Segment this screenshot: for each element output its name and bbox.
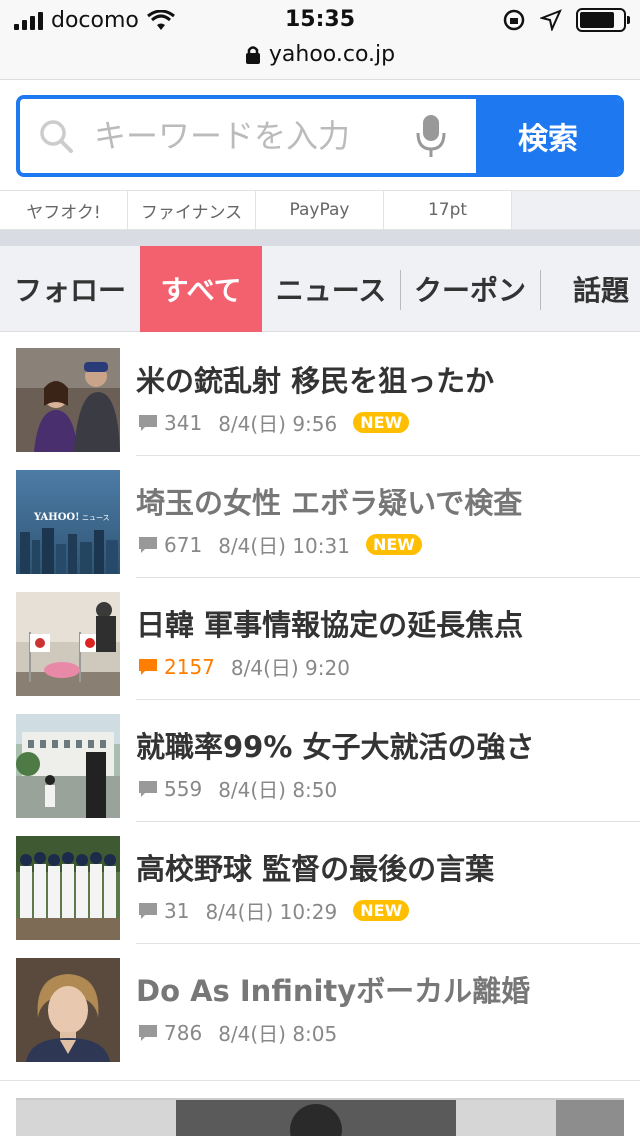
search-input[interactable] bbox=[94, 117, 394, 155]
news-title: 高校野球 監督の最後の言葉 bbox=[136, 852, 495, 886]
tab-all[interactable]: すべて bbox=[140, 246, 262, 332]
news-title: 米の銃乱射 移民を狙ったか bbox=[136, 364, 495, 398]
comment-icon bbox=[139, 1024, 157, 1041]
thumbnail-logo-sub: ニュース bbox=[82, 514, 110, 522]
news-thumbnail bbox=[16, 714, 120, 818]
news-meta: 341 8/4(日) 9:56 NEW bbox=[138, 408, 410, 437]
news-thumbnail bbox=[16, 836, 120, 940]
tab-news[interactable]: ニュース bbox=[262, 246, 400, 332]
news-meta: 786 8/4(日) 8:05 bbox=[138, 1018, 337, 1047]
news-thumbnail: YAHOO! ニュース bbox=[16, 470, 120, 574]
comment-icon bbox=[139, 902, 157, 919]
news-item[interactable]: 就職率99% 女子大就活の強さ 559 8/4(日) 8:50 bbox=[0, 698, 640, 822]
news-date: 8/4(日) 10:31 bbox=[218, 534, 350, 558]
tab-bar: フォロー すべて ニュース クーポン 話題 bbox=[0, 246, 640, 332]
quick-link-finance[interactable]: ファイナンス bbox=[128, 191, 256, 229]
comment-count: 559 bbox=[164, 776, 203, 801]
search-box: 検索 bbox=[16, 95, 624, 177]
news-thumbnail bbox=[16, 348, 120, 452]
tab-trending[interactable]: 話題 bbox=[541, 246, 640, 332]
search-icon bbox=[40, 120, 73, 153]
orientation-lock-icon bbox=[503, 9, 525, 31]
news-date: 8/4(日) 9:20 bbox=[230, 656, 350, 680]
comment-count: 671 bbox=[164, 532, 203, 557]
news-item[interactable]: 日韓 軍事情報協定の延長焦点 2157 8/4(日) 9:20 bbox=[0, 576, 640, 700]
news-meta: 671 8/4(日) 10:31 NEW bbox=[138, 530, 422, 559]
news-item[interactable]: Do As Infinityボーカル離婚 786 8/4(日) 8:05 bbox=[0, 942, 640, 1064]
quick-link-paypay[interactable]: PayPay bbox=[256, 191, 384, 229]
news-meta: 559 8/4(日) 8:50 bbox=[138, 774, 337, 803]
news-date: 8/4(日) 9:56 bbox=[218, 412, 338, 436]
comment-icon bbox=[139, 536, 157, 553]
status-bar: docomo 15:35 yahoo.co.jp bbox=[0, 0, 640, 80]
quick-links: ヤフオク! ファイナンス PayPay 17pt bbox=[0, 190, 640, 230]
new-badge: NEW bbox=[353, 900, 410, 921]
news-date: 8/4(日) 10:29 bbox=[205, 900, 338, 924]
comment-icon bbox=[139, 780, 157, 797]
quick-link-yahuoku[interactable]: ヤフオク! bbox=[0, 191, 128, 229]
section-divider bbox=[0, 230, 640, 246]
news-thumbnail bbox=[16, 958, 120, 1062]
news-title: 埼玉の女性 エボラ疑いで検査 bbox=[136, 486, 523, 520]
news-meta: 2157 8/4(日) 9:20 bbox=[138, 652, 350, 681]
news-title: 日韓 軍事情報協定の延長焦点 bbox=[136, 608, 524, 642]
feature-banner-image[interactable] bbox=[16, 1098, 624, 1136]
news-thumbnail bbox=[16, 592, 120, 696]
thumbnail-logo-brand: YAHOO! bbox=[33, 512, 80, 523]
url-text: yahoo.co.jp bbox=[268, 42, 396, 67]
search-field[interactable] bbox=[20, 99, 476, 173]
news-list: 米の銃乱射 移民を狙ったか 341 8/4(日) 9:56 NEW YAHOO!… bbox=[0, 332, 640, 1064]
new-badge: NEW bbox=[353, 412, 410, 433]
list-divider bbox=[0, 1080, 640, 1081]
news-date: 8/4(日) 8:50 bbox=[218, 778, 338, 802]
search-button[interactable]: 検索 bbox=[476, 99, 620, 173]
news-date: 8/4(日) 8:05 bbox=[218, 1022, 338, 1046]
comment-count: 31 bbox=[164, 898, 190, 923]
comment-icon bbox=[139, 658, 157, 675]
tab-follow[interactable]: フォロー bbox=[0, 246, 140, 332]
comment-icon bbox=[139, 414, 157, 431]
news-item[interactable]: 高校野球 監督の最後の言葉 31 8/4(日) 10:29 NEW bbox=[0, 820, 640, 944]
news-title: Do As Infinityボーカル離婚 bbox=[136, 974, 531, 1008]
quick-link-points[interactable]: 17pt bbox=[384, 191, 512, 229]
comment-count: 2157 bbox=[164, 654, 215, 679]
battery-icon bbox=[576, 8, 630, 32]
news-meta: 31 8/4(日) 10:29 NEW bbox=[138, 896, 410, 925]
news-title: 就職率99% 女子大就活の強さ bbox=[136, 730, 535, 764]
microphone-icon[interactable] bbox=[414, 113, 448, 159]
new-badge: NEW bbox=[365, 534, 422, 555]
news-item[interactable]: YAHOO! ニュース 埼玉の女性 エボラ疑いで検査 671 8/4(日) 10… bbox=[0, 454, 640, 578]
news-item[interactable]: 米の銃乱射 移民を狙ったか 341 8/4(日) 9:56 NEW bbox=[0, 332, 640, 456]
comment-count: 786 bbox=[164, 1020, 203, 1045]
tab-coupon[interactable]: クーポン bbox=[401, 246, 539, 332]
comment-count: 341 bbox=[164, 410, 203, 435]
address-bar[interactable]: yahoo.co.jp bbox=[0, 42, 640, 67]
lock-icon bbox=[245, 45, 260, 64]
location-icon bbox=[540, 9, 562, 31]
status-icons bbox=[502, 8, 630, 32]
